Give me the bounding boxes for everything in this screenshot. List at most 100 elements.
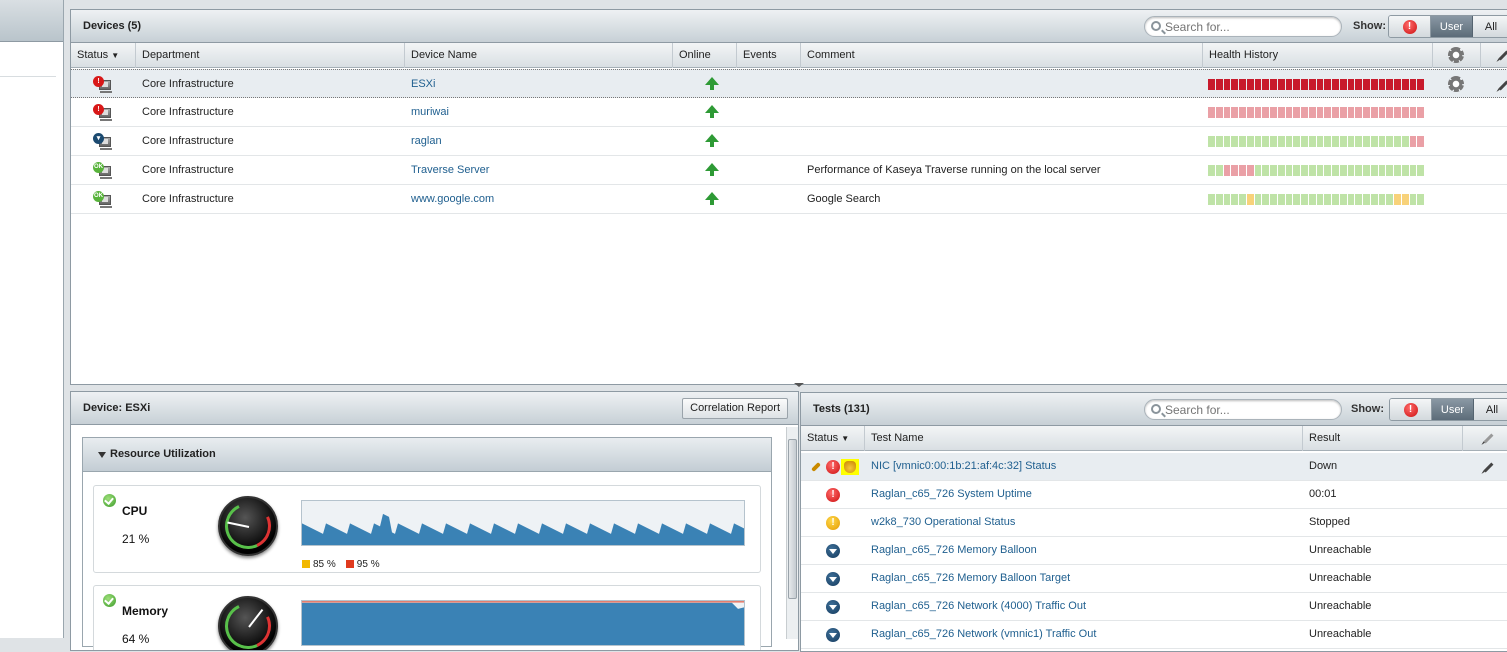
panel-splitter-handle[interactable]	[794, 383, 804, 387]
show-all-button[interactable]: All	[1474, 399, 1507, 420]
health-history-cell	[1417, 79, 1424, 90]
column-department[interactable]: Department	[136, 43, 405, 68]
column-result[interactable]: Result	[1303, 426, 1463, 451]
test-row[interactable]: ! w2k8_730 Operational Status Stopped	[801, 509, 1507, 537]
devices-search-input[interactable]	[1165, 19, 1335, 34]
health-history-cell	[1347, 79, 1355, 90]
device-row[interactable]: ! Core Infrastructure ESXi	[71, 69, 1507, 98]
test-name-link[interactable]: Raglan_c65_726 Network (vmnic1) Traffic …	[871, 621, 1096, 649]
devices-panel: Devices (5) Show: ! User All Status ▼ De…	[70, 9, 1507, 385]
column-status[interactable]: Status ▼	[71, 43, 136, 68]
health-history-cell	[1239, 136, 1246, 147]
device-row[interactable]: OK Core Infrastructure www.google.com Go…	[71, 185, 1507, 214]
health-history-cell	[1386, 194, 1393, 205]
memory-usage-sparkline	[301, 600, 745, 646]
cpu-label: CPU	[122, 504, 148, 518]
health-history-cell	[1215, 107, 1223, 118]
device-status-cell: ▾	[71, 127, 136, 156]
health-history-cell	[1277, 194, 1285, 205]
show-alerts-button[interactable]: !	[1390, 399, 1432, 420]
correlation-report-button[interactable]: Correlation Report	[682, 398, 788, 419]
tests-search-input[interactable]	[1165, 402, 1335, 417]
tests-table-header: Status ▼ Test Name Result	[801, 426, 1507, 451]
health-history-cell	[1324, 194, 1331, 205]
devices-search-box[interactable]	[1144, 16, 1342, 37]
gear-icon[interactable]	[1448, 76, 1464, 92]
device-name-link[interactable]: Traverse Server	[411, 156, 489, 185]
test-name-link[interactable]: Raglan_c65_726 Memory Balloon Target	[871, 565, 1070, 593]
tests-panel-header: Tests (131) Show: ! User All	[801, 393, 1507, 426]
scrollbar-thumb[interactable]	[788, 439, 797, 599]
health-history-cell	[1394, 194, 1401, 205]
tests-panel-title: Tests (131)	[813, 403, 870, 415]
test-row[interactable]: ! NIC [vmnic0:00:1b:21:af:4c:32] Status …	[801, 453, 1507, 481]
column-health-history[interactable]: Health History	[1203, 43, 1433, 68]
test-name-link[interactable]: NIC [vmnic0:00:1b:21:af:4c:32] Status	[871, 453, 1056, 481]
health-history-cell	[1293, 194, 1300, 205]
column-comment[interactable]: Comment	[801, 43, 1203, 68]
health-history-cell	[1262, 79, 1269, 90]
column-events[interactable]: Events	[737, 43, 801, 68]
navigation-divider	[0, 76, 56, 77]
health-history-cell	[1378, 165, 1386, 176]
health-history-cell	[1301, 136, 1308, 147]
wrench-icon	[811, 462, 821, 472]
online-up-arrow-icon	[705, 192, 719, 205]
health-history-cell	[1316, 165, 1324, 176]
health-history-cell	[1324, 79, 1331, 90]
gear-icon[interactable]	[1448, 47, 1464, 63]
health-history-cell	[1285, 165, 1293, 176]
edit-icon[interactable]	[1483, 433, 1494, 444]
collapse-triangle-icon[interactable]	[98, 452, 106, 458]
health-history-cell	[1363, 194, 1370, 205]
device-row[interactable]: ▾ Core Infrastructure raglan	[71, 127, 1507, 156]
edit-icon[interactable]	[1498, 50, 1507, 61]
health-history-cell	[1285, 107, 1293, 118]
column-edit[interactable]	[1463, 426, 1507, 451]
device-name-link[interactable]: raglan	[411, 127, 442, 156]
column-test-name[interactable]: Test Name	[865, 426, 1303, 451]
column-settings[interactable]	[1433, 43, 1481, 68]
show-alerts-button[interactable]: !	[1389, 16, 1431, 37]
edit-icon[interactable]	[1498, 80, 1507, 91]
test-row[interactable]: Raglan_c65_726 Network (vmnic1) Traffic …	[801, 621, 1507, 649]
device-name-link[interactable]: muriwai	[411, 98, 449, 127]
legend-critical: 95 %	[345, 559, 380, 570]
show-user-button[interactable]: User	[1431, 16, 1473, 37]
health-history-cell	[1208, 79, 1215, 90]
test-name-link[interactable]: Raglan_c65_726 Memory Balloon	[871, 537, 1037, 565]
health-history-cell	[1293, 136, 1300, 147]
device-detail-scrollbar[interactable]	[786, 427, 798, 639]
column-status[interactable]: Status ▼	[801, 426, 865, 451]
health-history-cell	[1394, 136, 1401, 147]
edit-icon[interactable]	[1483, 462, 1494, 473]
test-row[interactable]: Raglan_c65_726 Memory Balloon Target Unr…	[801, 565, 1507, 593]
device-name-link[interactable]: ESXi	[411, 70, 435, 99]
cpu-sparkline-svg	[302, 513, 744, 545]
device-status-icon: OK	[93, 191, 113, 209]
show-all-button[interactable]: All	[1473, 16, 1507, 37]
health-history-cell	[1254, 165, 1262, 176]
health-history-cell	[1262, 194, 1269, 205]
test-row[interactable]: Raglan_c65_726 Memory Balloon Unreachabl…	[801, 537, 1507, 565]
health-history-cell	[1231, 107, 1238, 118]
device-name-link[interactable]: www.google.com	[411, 185, 494, 214]
tests-search-box[interactable]	[1144, 399, 1342, 420]
show-user-button[interactable]: User	[1432, 399, 1474, 420]
test-row[interactable]: ! Raglan_c65_726 System Uptime 00:01	[801, 481, 1507, 509]
health-history-cell	[1332, 165, 1339, 176]
test-name-link[interactable]: Raglan_c65_726 Network (4000) Traffic Ou…	[871, 593, 1086, 621]
column-edit[interactable]	[1481, 43, 1507, 68]
device-row[interactable]: OK Core Infrastructure Traverse Server P…	[71, 156, 1507, 185]
column-device-name[interactable]: Device Name	[405, 43, 673, 68]
health-history-cell	[1363, 79, 1370, 90]
test-name-link[interactable]: Raglan_c65_726 System Uptime	[871, 481, 1032, 509]
test-row[interactable]: Raglan_c65_726 Network (4000) Traffic Ou…	[801, 593, 1507, 621]
health-history-cell	[1223, 165, 1231, 176]
device-department: Core Infrastructure	[142, 106, 234, 118]
health-history-cell	[1324, 107, 1331, 118]
test-name-link[interactable]: w2k8_730 Operational Status	[871, 509, 1015, 537]
resource-utilization-header[interactable]: Resource Utilization	[83, 438, 771, 472]
device-row[interactable]: ! Core Infrastructure muriwai	[71, 98, 1507, 127]
column-online[interactable]: Online	[673, 43, 737, 68]
